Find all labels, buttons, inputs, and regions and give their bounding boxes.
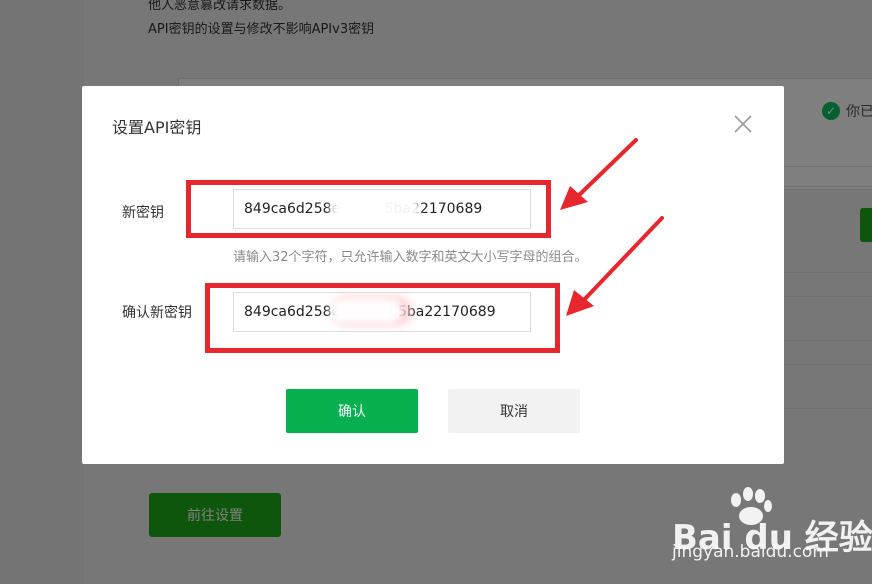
close-icon[interactable]	[732, 113, 754, 135]
key-format-hint: 请输入32个字符，只允许输入数字和英文大小写字母的组合。	[233, 250, 588, 265]
confirm-key-label: 确认新密钥	[122, 305, 192, 321]
set-api-key-dialog: 设置API密钥 新密钥 请输入32个字符，只允许输入数字和英文大小写字母的组合。…	[82, 86, 784, 464]
new-key-label: 新密钥	[122, 205, 164, 221]
key-redaction-mark	[330, 196, 420, 222]
key-redaction-mark	[330, 299, 402, 323]
confirm-button[interactable]: 确认	[286, 389, 418, 433]
cancel-button[interactable]: 取消	[448, 389, 580, 433]
dialog-title: 设置API密钥	[112, 118, 202, 137]
